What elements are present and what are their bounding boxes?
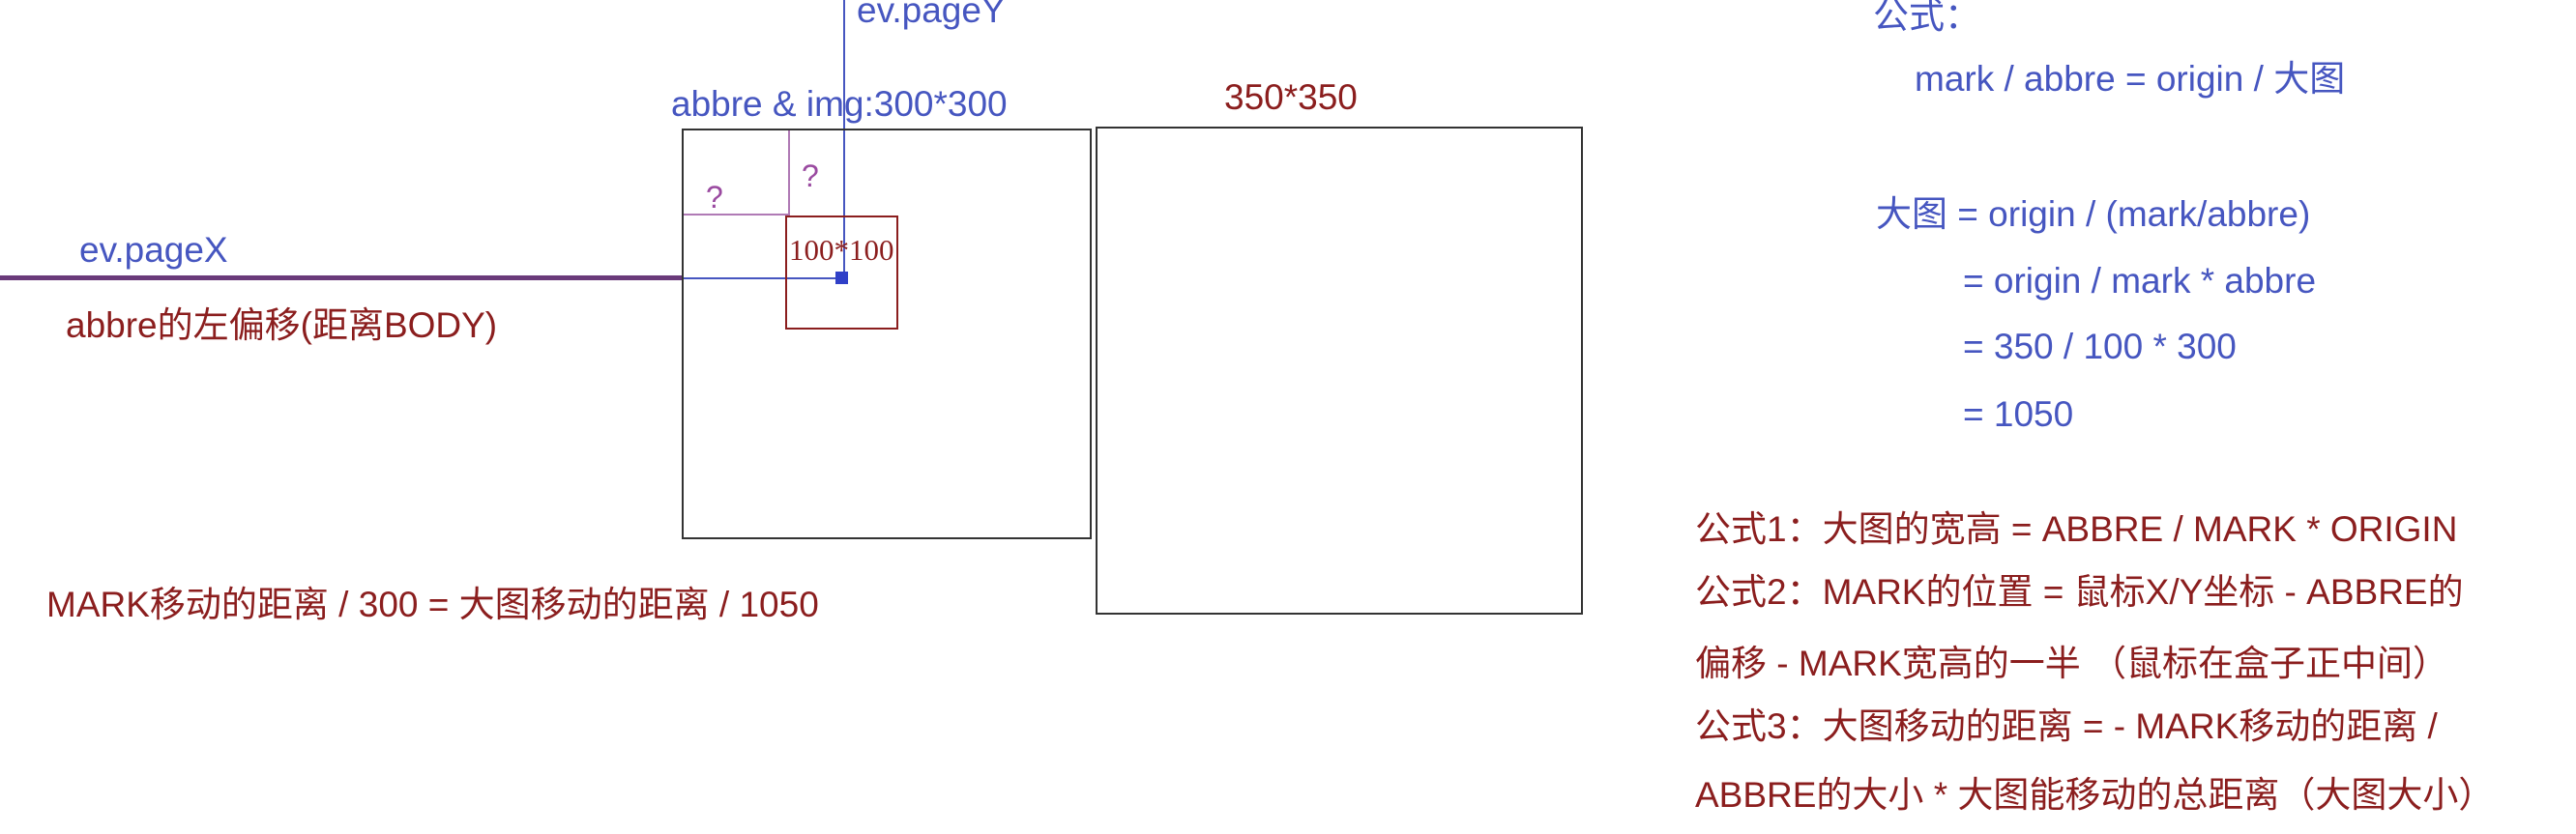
formula-title: 公式：	[1873, 0, 1980, 36]
formula-line: = 1050	[1963, 394, 2074, 434]
rule-line: ABBRE的大小 * 大图能移动的总距离（大图大小）	[1695, 775, 2495, 815]
rule-line: 公式3：大图移动的距离 = - MARK移动的距离 /	[1695, 706, 2438, 746]
question-top: ?	[802, 158, 819, 193]
formula-line: = 350 / 100 * 300	[1963, 327, 2237, 366]
rule-line: 公式1：大图的宽高 = ABBRE / MARK * ORIGIN	[1695, 509, 2458, 549]
formula-line: = origin / mark * abbre	[1963, 261, 2317, 301]
mark-size-label: 100*100	[789, 233, 894, 267]
origin-box	[1096, 127, 1583, 615]
formula-line: 大图 = origin / (mark/abbre)	[1876, 194, 2311, 234]
formula-line: mark / abbre = origin / 大图	[1915, 59, 2346, 99]
page-x-label: ev.pageX	[79, 230, 228, 270]
abbre-label: abbre & img:300*300	[671, 84, 1008, 124]
origin-size-label: 350*350	[1224, 77, 1358, 117]
rule-line: 偏移 - MARK宽高的一半 （鼠标在盒子正中间）	[1695, 644, 2449, 683]
rule-line: 公式2：MARK的位置 = 鼠标X/Y坐标 - ABBRE的	[1695, 572, 2464, 612]
abbre-box	[682, 129, 1092, 539]
mouse-point	[835, 272, 848, 284]
page-x-line	[0, 275, 683, 280]
abbre-offset-label: abbre的左偏移(距离BODY)	[66, 305, 498, 345]
question-left: ?	[706, 180, 723, 215]
page-y-label: ev.pageY	[857, 0, 1006, 30]
ratio-formula: MARK移动的距离 / 300 = 大图移动的距离 / 1050	[46, 585, 819, 624]
